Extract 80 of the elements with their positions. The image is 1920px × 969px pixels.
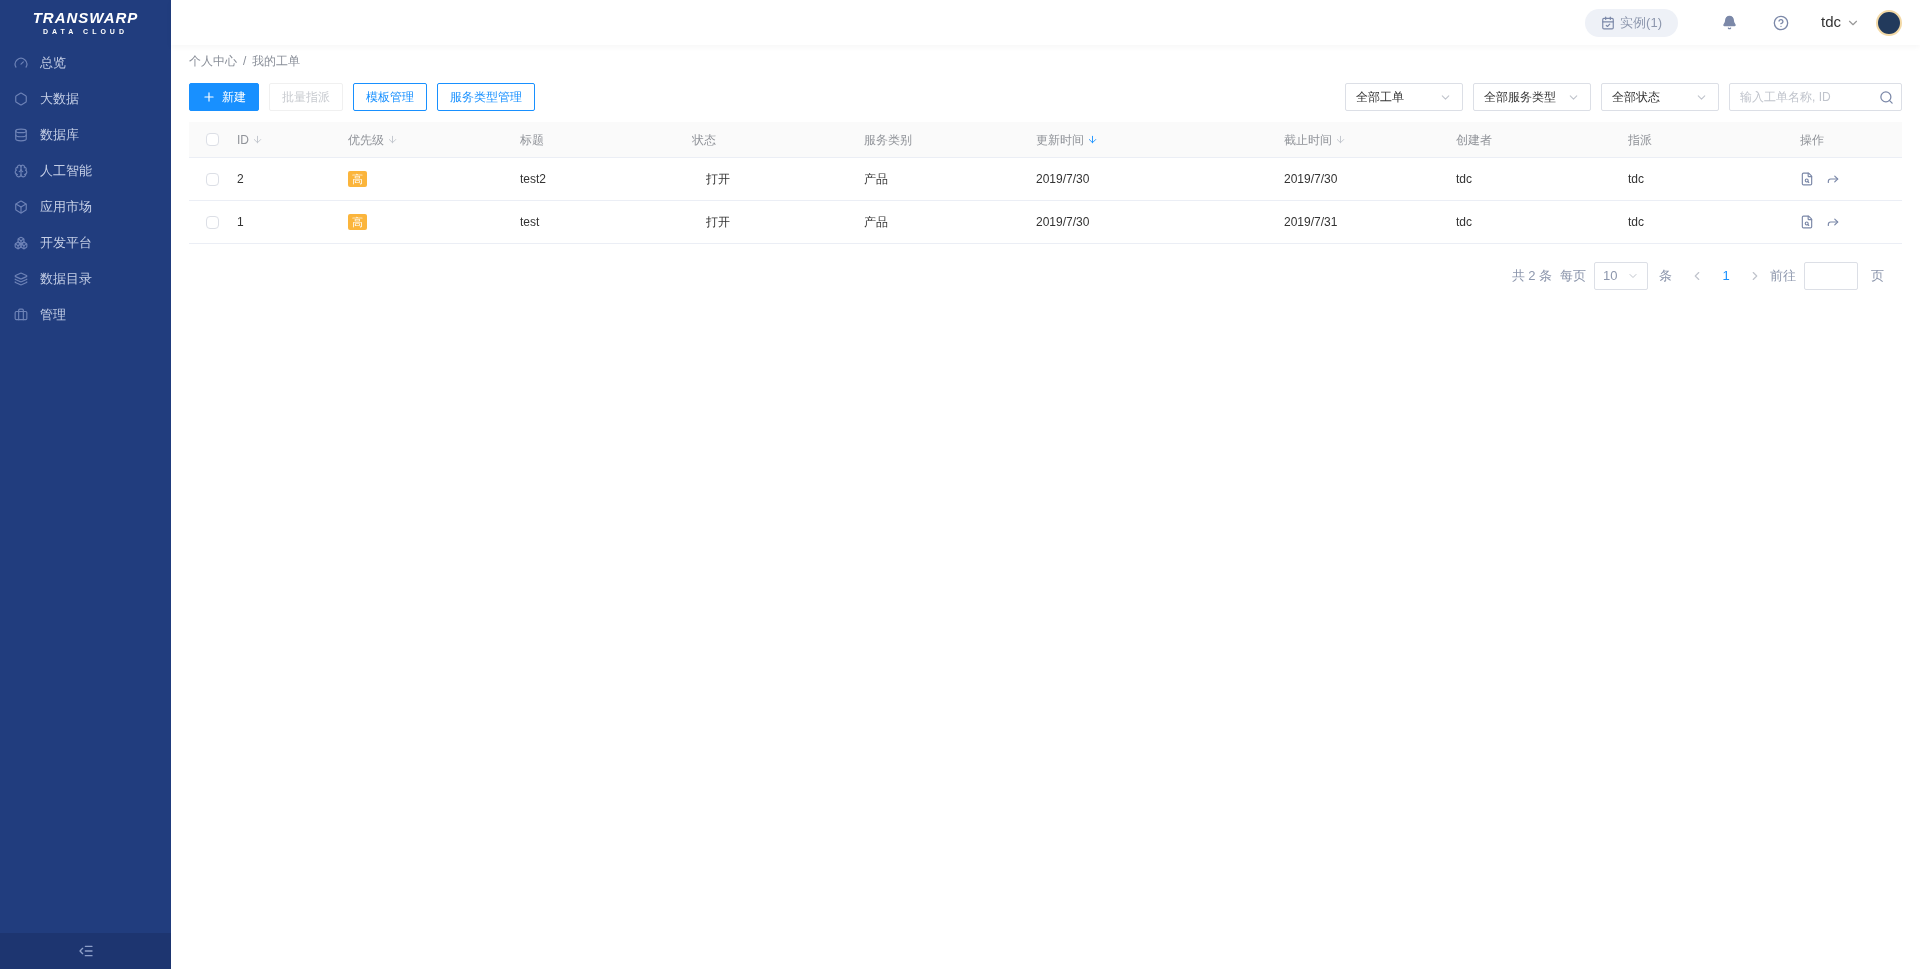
column-header: 操作 — [1800, 131, 1824, 149]
table-cell: test2 — [520, 172, 546, 186]
sidebar-label: 管理 — [40, 306, 66, 325]
sidebar-label: 总览 — [40, 54, 66, 73]
database-icon — [14, 128, 28, 142]
table-cell: 2019/7/30 — [1036, 172, 1090, 186]
goto-unit: 页 — [1871, 267, 1884, 286]
table-cell: tdc — [1628, 172, 1644, 186]
help-icon[interactable] — [1773, 14, 1789, 31]
view-details-icon[interactable] — [1800, 172, 1814, 186]
sidebar-label: 人工智能 — [40, 162, 92, 181]
share-arrow-icon[interactable] — [1826, 172, 1840, 186]
user-menu[interactable]: tdc — [1821, 11, 1860, 34]
sidebar-label: 大数据 — [40, 90, 79, 109]
plus-icon — [202, 90, 216, 104]
goto-page-field[interactable] — [1804, 262, 1858, 290]
table-cell: 产品 — [864, 172, 888, 186]
sidebar-item[interactable]: 应用市场 — [0, 189, 171, 225]
column-header: 服务类别 — [864, 131, 912, 149]
toolbox-icon — [14, 308, 28, 322]
filter-dropdown[interactable]: 全部状态 — [1601, 83, 1719, 111]
checkbox[interactable] — [206, 172, 219, 186]
view-details-icon[interactable] — [1800, 215, 1814, 229]
share-arrow-icon[interactable] — [1826, 215, 1840, 229]
priority-tag: 高 — [348, 171, 367, 187]
table-cell: tdc — [1456, 172, 1472, 186]
table-cell: 2019/7/30 — [1036, 215, 1090, 229]
sidebar-item[interactable]: 管理 — [0, 297, 171, 333]
sort-icon[interactable] — [1335, 134, 1346, 145]
table-cell: 打开 — [706, 172, 730, 186]
collapse-bar[interactable] — [0, 933, 171, 969]
table-cell: 打开 — [706, 215, 730, 229]
notification-icon[interactable] — [1722, 15, 1737, 30]
sidebar-item[interactable]: 数据库 — [0, 117, 171, 153]
logo-wordmark: TRANSWARP — [32, 10, 139, 25]
layers-icon — [14, 272, 28, 286]
sort-icon[interactable] — [1087, 134, 1098, 145]
hexagon-icon — [14, 92, 28, 106]
priority-tag: 高 — [348, 214, 367, 230]
table-cell: tdc — [1628, 215, 1644, 229]
avatar[interactable] — [1876, 9, 1902, 36]
column-header: 状态 — [692, 131, 716, 149]
total-count: 共 2 条 — [1511, 267, 1552, 286]
sidebar-label: 数据目录 — [40, 270, 92, 289]
sidebar-item[interactable]: 数据目录 — [0, 261, 171, 297]
sidebar-label: 数据库 — [40, 126, 79, 145]
sidebar-label: 应用市场 — [40, 198, 92, 217]
breadcrumb-item[interactable]: 个人中心 — [189, 52, 237, 70]
checkbox[interactable] — [206, 133, 219, 146]
table-cell: 2019/7/31 — [1284, 215, 1338, 229]
checkbox[interactable] — [206, 215, 219, 229]
gauge-icon — [14, 56, 28, 70]
goto-label: 前往 — [1770, 267, 1796, 286]
sidebar-item[interactable]: 开发平台 — [0, 225, 171, 261]
table-cell: tdc — [1456, 215, 1472, 229]
column-header: 创建者 — [1456, 131, 1492, 149]
table-cell: 2 — [237, 172, 244, 186]
table-cell: 2019/7/30 — [1284, 172, 1338, 186]
circles-icon — [14, 236, 28, 250]
breadcrumb-separator: / — [243, 53, 247, 70]
filter-dropdown[interactable]: 全部服务类型 — [1473, 83, 1591, 111]
table-cell: test — [520, 215, 540, 229]
per-page-label: 每页 — [1560, 267, 1586, 286]
search-icon[interactable] — [1879, 90, 1894, 105]
sidebar-item[interactable]: 总览 — [0, 45, 171, 81]
per-page-unit: 条 — [1659, 267, 1672, 286]
filter-dropdown[interactable]: 全部工单 — [1345, 83, 1463, 111]
column-header: 标题 — [520, 131, 544, 149]
table-cell: 1 — [237, 215, 244, 229]
table-cell: 产品 — [864, 215, 888, 229]
column-header: 指派 — [1628, 131, 1652, 149]
sidebar-item[interactable]: 人工智能 — [0, 153, 171, 189]
breadcrumb-item: 我的工单 — [252, 53, 301, 70]
collapse-icon — [77, 943, 94, 959]
search-field[interactable]: 输入工单名称, ID — [1729, 83, 1902, 111]
sort-icon[interactable] — [252, 134, 263, 145]
cube-icon — [14, 200, 28, 214]
sidebar-item[interactable]: 大数据 — [0, 81, 171, 117]
sidebar-label: 开发平台 — [40, 234, 92, 253]
sort-icon[interactable] — [387, 134, 398, 145]
